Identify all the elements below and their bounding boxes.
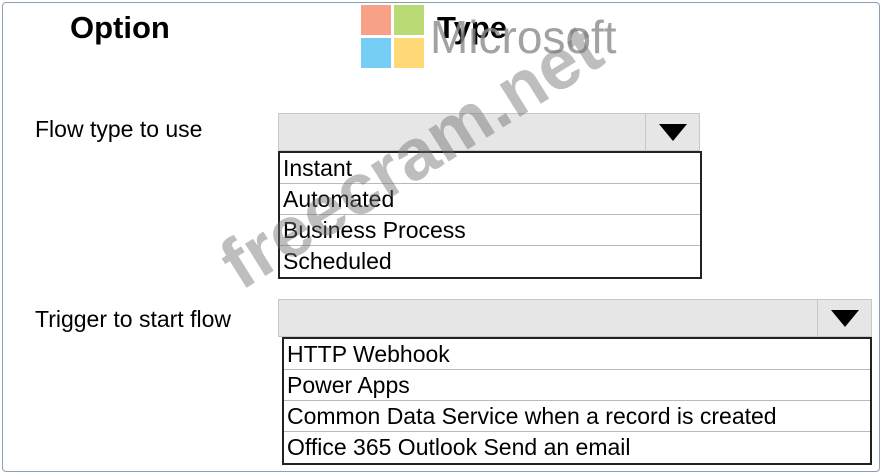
- trigger-option-outlook-send-email[interactable]: Office 365 Outlook Send an email: [284, 432, 870, 463]
- trigger-options: HTTP Webhook Power Apps Common Data Serv…: [282, 337, 872, 465]
- option-column-header: Option: [70, 10, 170, 45]
- chevron-down-icon: [658, 124, 687, 141]
- trigger-option-http-webhook[interactable]: HTTP Webhook: [284, 339, 870, 370]
- flow-type-select[interactable]: [278, 113, 700, 151]
- flow-type-option-business-process[interactable]: Business Process: [280, 215, 700, 246]
- microsoft-logo: Microsoft: [361, 5, 617, 68]
- trigger-option-power-apps[interactable]: Power Apps: [284, 370, 870, 401]
- flow-type-option-automated[interactable]: Automated: [280, 184, 700, 215]
- flow-type-option-instant[interactable]: Instant: [280, 153, 700, 184]
- microsoft-logo-icon: [361, 5, 424, 68]
- flow-type-option-scheduled[interactable]: Scheduled: [280, 246, 700, 277]
- flow-type-label: Flow type to use: [35, 116, 203, 142]
- trigger-label: Trigger to start flow: [35, 306, 231, 332]
- trigger-select[interactable]: [278, 299, 872, 337]
- logo-text: Microsoft: [430, 10, 617, 63]
- flow-type-options: Instant Automated Business Process Sched…: [278, 151, 702, 279]
- trigger-dropdown-arrow[interactable]: [817, 300, 871, 336]
- trigger-option-cds-record-created[interactable]: Common Data Service when a record is cre…: [284, 401, 870, 432]
- flow-type-dropdown-arrow[interactable]: [645, 114, 699, 150]
- chevron-down-icon: [830, 310, 859, 327]
